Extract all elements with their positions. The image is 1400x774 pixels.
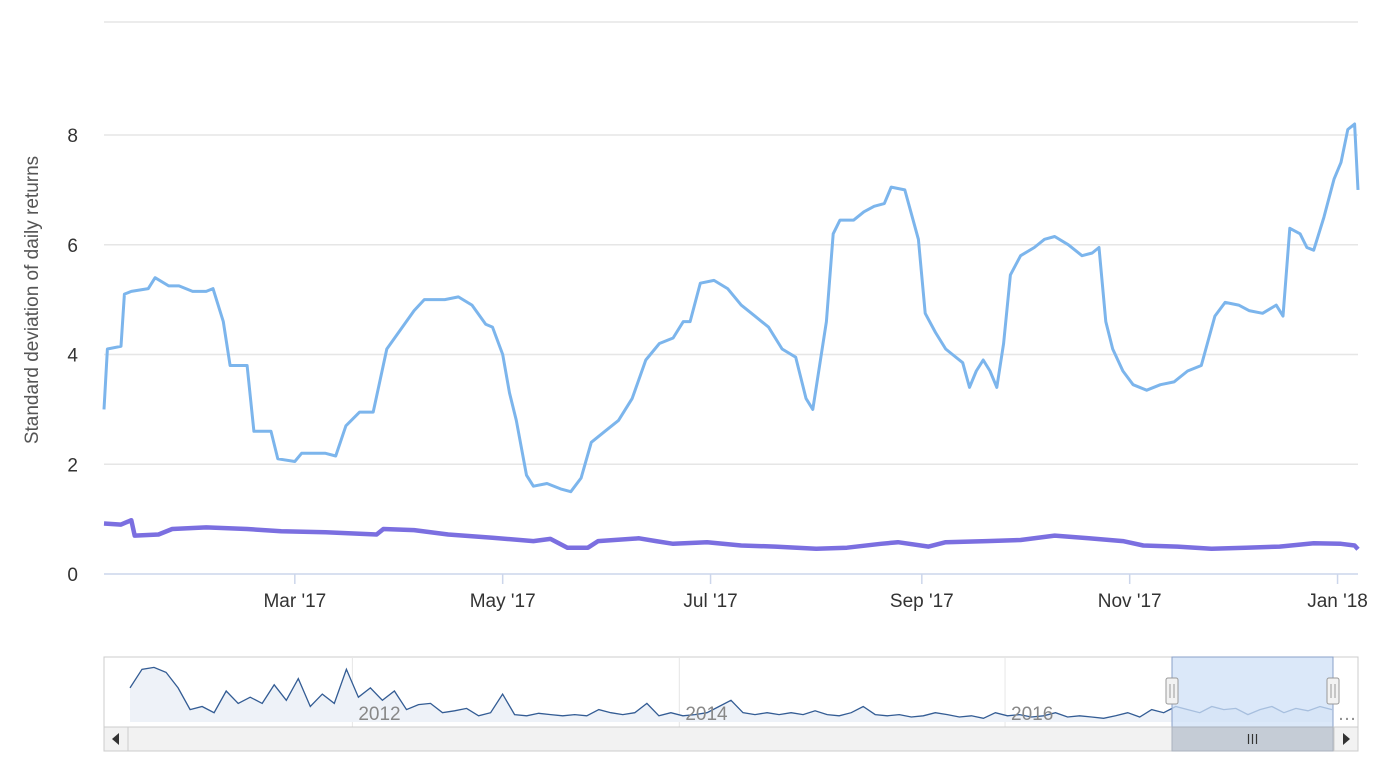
y-tick-label: 0 xyxy=(67,565,78,586)
gridlines xyxy=(104,134,1358,575)
navigator-year-label: 2016 xyxy=(1011,704,1053,725)
scrollbar-track[interactable] xyxy=(103,726,1359,752)
navigator-year-label: 2012 xyxy=(358,704,400,725)
y-axis-title: Standard deviation of daily returns xyxy=(22,156,43,444)
series-lines xyxy=(102,122,1360,552)
x-ticks: Mar '17 May '17 Jul '17 Sep '17 Nov '17 Jan '… xyxy=(263,574,1368,612)
x-tick-label: Sep '17 xyxy=(890,591,954,612)
series-line-1 xyxy=(102,122,1360,494)
navigator[interactable]: 2012 2014 2016 … xyxy=(103,656,1359,728)
navigator-handle-left[interactable] xyxy=(1165,677,1179,705)
x-tick-label: Nov '17 xyxy=(1098,591,1162,612)
y-tick-label: 8 xyxy=(67,126,78,147)
chart-svg: Standard deviation of daily returns 0 2 4 6… xyxy=(22,21,1368,752)
navigator-selection[interactable] xyxy=(1171,656,1334,728)
y-tick-label: 2 xyxy=(67,455,78,476)
navigator-handle-right[interactable] xyxy=(1326,677,1340,705)
x-tick-label: Jul '17 xyxy=(683,591,737,612)
x-tick-label: Mar '17 xyxy=(263,591,326,612)
x-tick-label: May '17 xyxy=(470,591,536,612)
y-tick-label: 4 xyxy=(67,346,78,367)
x-tick-label: Jan '18 xyxy=(1307,591,1368,612)
series-line-2 xyxy=(103,517,1360,552)
volatility-chart: Standard deviation of daily returns 0 2 4 6… xyxy=(0,0,1400,774)
navigator-year-label: 2014 xyxy=(685,704,728,725)
scrollbar[interactable] xyxy=(103,726,1359,752)
navigator-more-indicator: … xyxy=(1338,704,1357,725)
y-ticks: 0 2 4 6 8 xyxy=(67,126,78,586)
y-tick-label: 6 xyxy=(67,236,78,257)
